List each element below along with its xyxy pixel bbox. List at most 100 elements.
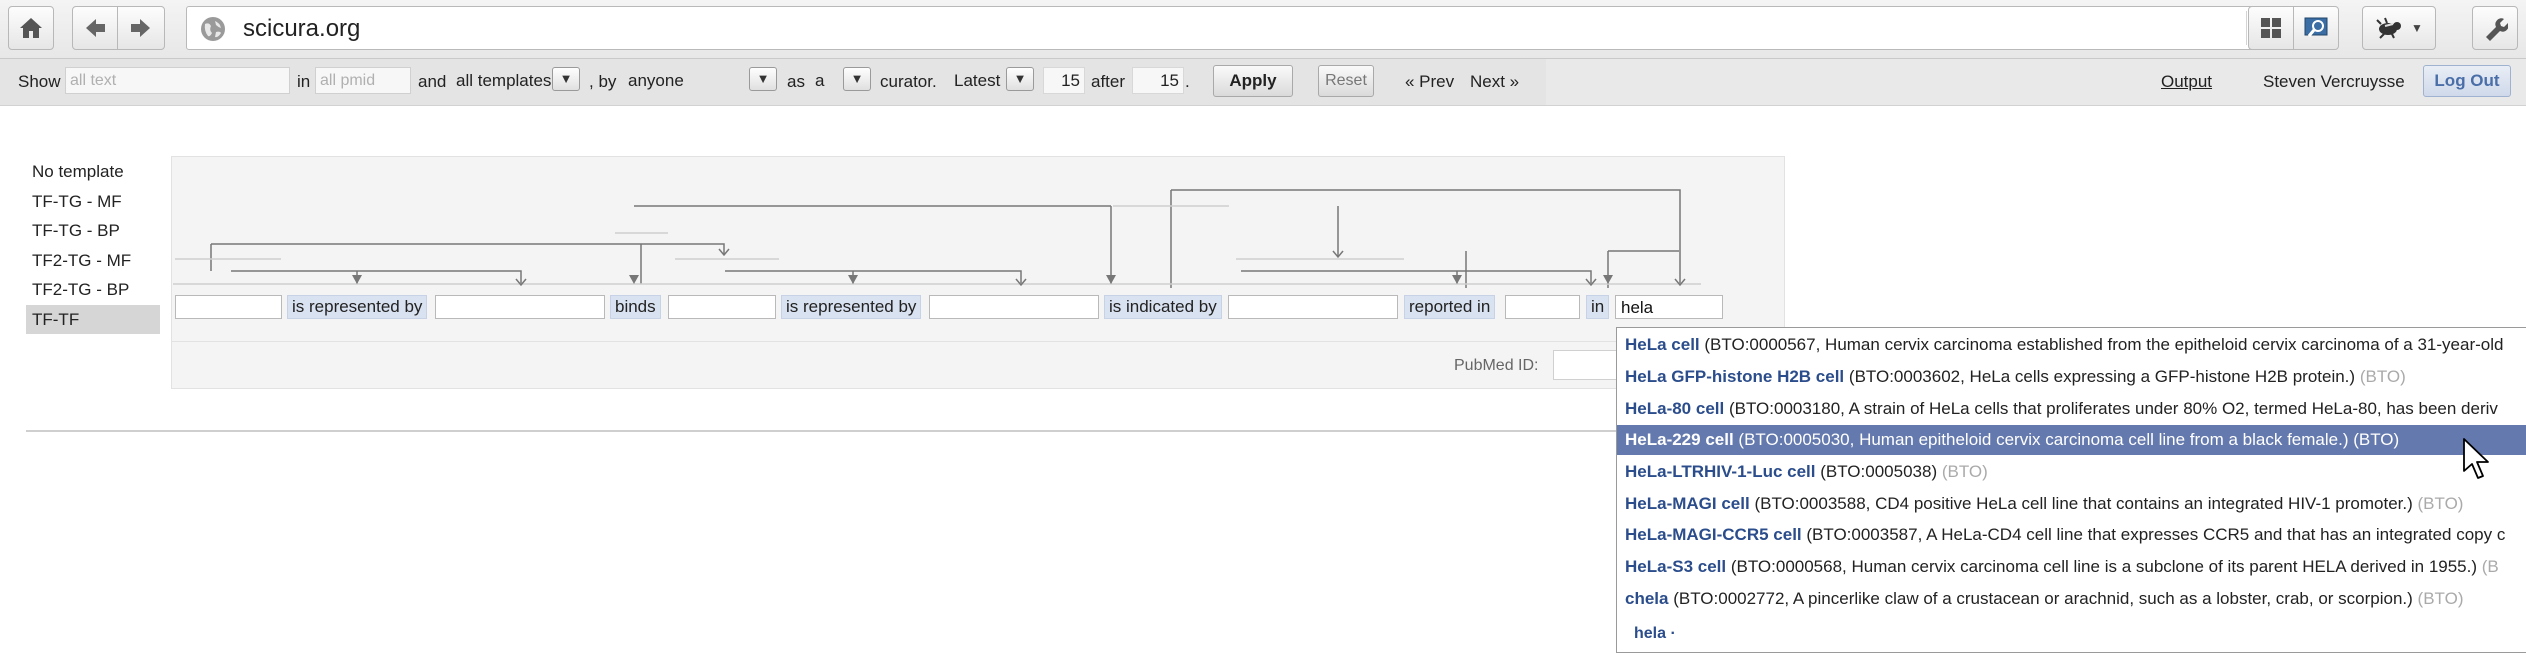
mouse-cursor-icon (2463, 438, 2489, 479)
pmid-filter-input[interactable]: all pmid (315, 67, 411, 94)
by-select[interactable]: anyone (626, 67, 746, 94)
pubmed-label: PubMed ID: (1454, 357, 1539, 374)
autocomplete-source: (BTO) (2359, 367, 2406, 386)
template-item[interactable]: TF-TG - MF (26, 187, 160, 217)
relation-label: is represented by (287, 295, 428, 319)
autocomplete-description: (BTO:0002772, A pincerlike claw of a cru… (1673, 589, 2413, 608)
entity-input-5[interactable] (1228, 295, 1398, 319)
autocomplete-item[interactable]: HeLa-S3 cell (BTO:0000568, Human cervix … (1617, 552, 2526, 582)
curation-filter-bar: Show all text in all pmid and all templa… (0, 59, 2526, 106)
templates-dropdown-icon[interactable]: ▼ (552, 67, 580, 91)
chevron-down-icon[interactable]: ▼ (2411, 21, 2423, 35)
back-arrow-icon (86, 19, 105, 37)
autocomplete-item[interactable]: HeLa-80 cell (BTO:0003180, A strain of H… (1617, 394, 2526, 424)
autocomplete-term: HeLa-MAGI-CCR5 cell (1625, 525, 1802, 544)
apply-button[interactable]: Apply (1213, 65, 1293, 97)
bug-icon (2376, 17, 2402, 39)
entity-input-1[interactable] (175, 295, 282, 319)
after-label: after (1091, 72, 1126, 91)
template-list: No template TF-TG - MF TF-TG - BP TF2-TG… (26, 157, 160, 334)
panel-divider (172, 341, 1784, 342)
address-bar[interactable]: scicura.org (186, 6, 2298, 50)
curator-label: curator. (880, 72, 937, 91)
back-button[interactable] (72, 6, 118, 50)
sentence-tree-diagram (173, 189, 1701, 288)
count-input[interactable]: 15 (1043, 67, 1085, 94)
autocomplete-description: (BTO:0005030, Human epitheloid cervix ca… (1738, 430, 2349, 449)
as-select[interactable]: a (813, 67, 833, 94)
reset-button[interactable]: Reset (1318, 65, 1374, 97)
entity-input-4[interactable] (929, 295, 1099, 319)
autocomplete-description: (BTO:0000567, Human cervix carcinoma est… (1704, 335, 2504, 354)
autocomplete-term: HeLa GFP-histone H2B cell (1625, 367, 1845, 386)
autocomplete-term: HeLa cell (1625, 335, 1700, 354)
output-link[interactable]: Output (2161, 72, 2212, 92)
autocomplete-dropdown: HeLa cell (BTO:0000567, Human cervix car… (1616, 327, 2526, 653)
autocomplete-item[interactable]: HeLa-LTRHIV-1-Luc cell (BTO:0005038) (BT… (1617, 457, 2526, 487)
autocomplete-description: (BTO:0005038) (1820, 462, 1938, 481)
autocomplete-term: HeLa-LTRHIV-1-Luc cell (1625, 462, 1816, 481)
entity-input-2[interactable] (435, 295, 605, 319)
autocomplete-term: HeLa-229 cell (1625, 430, 1734, 449)
url-divider (2246, 11, 2247, 45)
period-label: . (1185, 72, 1190, 91)
grid-button[interactable] (2248, 6, 2294, 50)
autocomplete-source: (BTO) (2417, 494, 2464, 513)
url-text: scicura.org (243, 15, 361, 42)
browser-toolbar: scicura.org ▼ (0, 0, 2526, 59)
forward-button[interactable] (117, 6, 165, 50)
cell-type-input-value: hela (1621, 298, 1654, 317)
template-item[interactable]: TF-TG - BP (26, 216, 160, 246)
screenshot-icon (2304, 17, 2328, 37)
order-select[interactable]: Latest (952, 67, 1002, 94)
after-input[interactable]: 15 (1132, 67, 1184, 94)
relation-label: reported in (1404, 295, 1496, 319)
autocomplete-item[interactable]: HeLa GFP-histone H2B cell (BTO:0003602, … (1617, 362, 2526, 392)
by-dropdown-icon[interactable]: ▼ (749, 67, 777, 91)
home-button[interactable] (8, 6, 54, 50)
firebug-button[interactable]: ▼ (2362, 6, 2436, 50)
templates-select[interactable]: all templates (454, 67, 552, 94)
by-label: , by (589, 72, 617, 91)
entity-input-3[interactable] (668, 295, 776, 319)
settings-button[interactable] (2472, 6, 2518, 50)
and-label: and (418, 72, 447, 91)
template-item[interactable]: TF2-TG - BP (26, 275, 160, 305)
wrench-icon (2486, 18, 2508, 41)
as-label: as (787, 72, 805, 91)
as-dropdown-icon[interactable]: ▼ (843, 67, 871, 91)
autocomplete-footer[interactable]: hela · (1634, 625, 1676, 643)
user-name: Steven Vercruysse (2263, 72, 2405, 91)
autocomplete-source: (BTO) (2417, 589, 2464, 608)
autocomplete-source: (BTO) (1941, 462, 1988, 481)
template-item[interactable]: No template (26, 157, 160, 187)
screenshot-button[interactable] (2293, 6, 2339, 50)
relation-label: is indicated by (1104, 295, 1222, 319)
order-dropdown-icon[interactable]: ▼ (1006, 67, 1034, 91)
relation-label: in (1586, 295, 1610, 319)
prev-link[interactable]: « Prev (1405, 72, 1454, 92)
home-icon (20, 18, 42, 38)
autocomplete-source: (BTO) (2353, 430, 2400, 449)
autocomplete-description: (BTO:0003588, CD4 positive HeLa cell lin… (1754, 494, 2413, 513)
entity-input-6[interactable] (1505, 295, 1580, 319)
relation-label: is represented by (781, 295, 922, 319)
in-label: in (297, 72, 311, 91)
autocomplete-item-selected[interactable]: HeLa-229 cell (BTO:0005030, Human epithe… (1617, 425, 2526, 455)
cell-type-input[interactable]: hela (1615, 295, 1723, 319)
template-item[interactable]: TF2-TG - MF (26, 246, 160, 276)
autocomplete-item[interactable]: HeLa-MAGI-CCR5 cell (BTO:0003587, A HeLa… (1617, 520, 2526, 550)
autocomplete-description: (BTO:0000568, Human cervix carcinoma cel… (1730, 557, 2478, 576)
autocomplete-term: HeLa-MAGI cell (1625, 494, 1750, 513)
next-link[interactable]: Next » (1470, 72, 1519, 92)
autocomplete-description: (BTO:0003602, HeLa cells expressing a GF… (1848, 367, 2356, 386)
text-filter-input[interactable]: all text (65, 67, 290, 94)
grid-icon (2261, 18, 2281, 38)
logout-button[interactable]: Log Out (2423, 65, 2511, 97)
autocomplete-item[interactable]: chela (BTO:0002772, A pincerlike claw of… (1617, 584, 2526, 614)
pubmed-input[interactable] (1553, 350, 1623, 380)
autocomplete-item[interactable]: HeLa cell (BTO:0000567, Human cervix car… (1617, 330, 2526, 360)
template-item-active[interactable]: TF-TF (26, 304, 160, 334)
autocomplete-item[interactable]: HeLa-MAGI cell (BTO:0003588, CD4 positiv… (1617, 489, 2526, 519)
autocomplete-term: HeLa-80 cell (1625, 399, 1725, 418)
